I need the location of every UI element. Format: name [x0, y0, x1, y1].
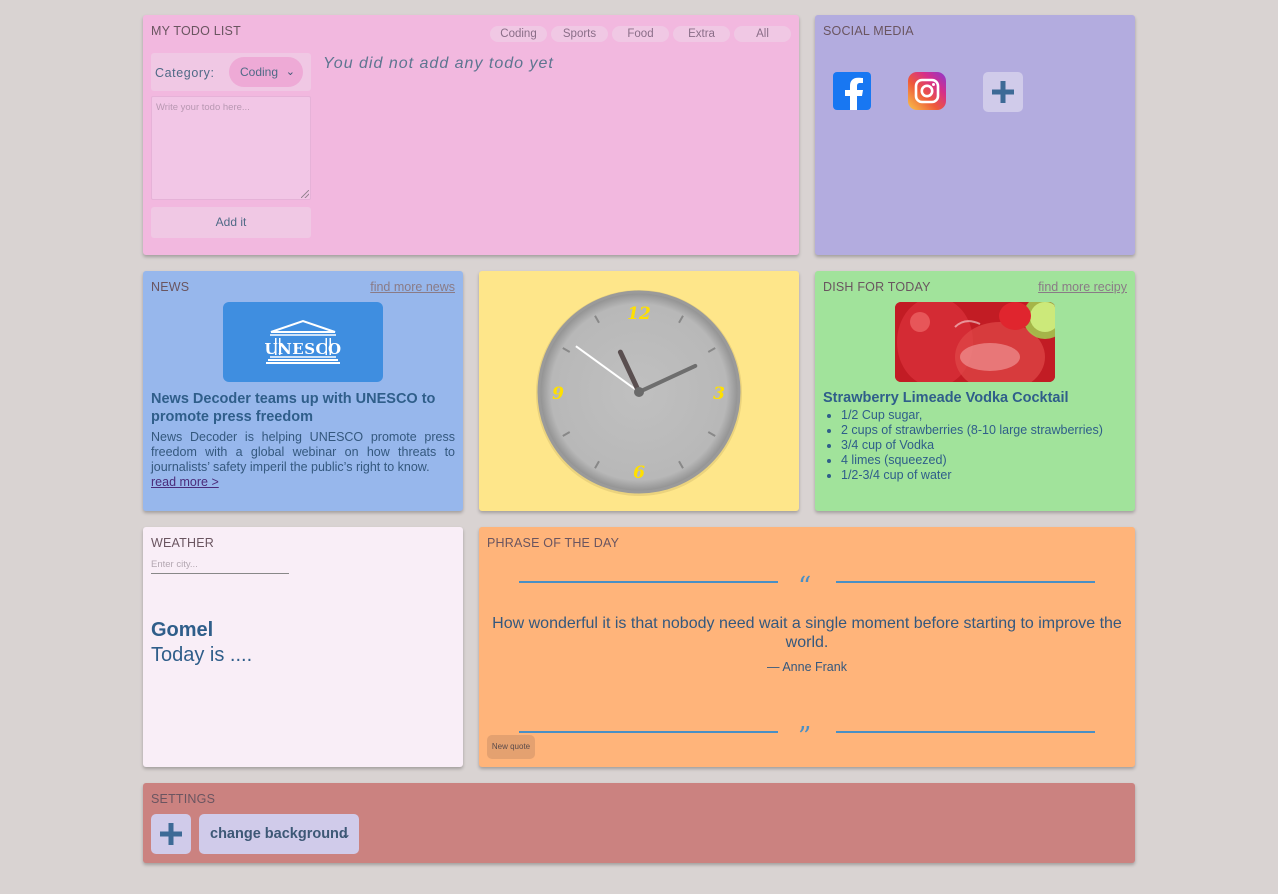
instagram-icon[interactable] — [908, 72, 946, 110]
svg-text:UNESCO: UNESCO — [264, 340, 341, 358]
filter-sports-button[interactable]: Sports — [551, 26, 608, 42]
dish-name[interactable]: Strawberry Limeade Vodka Cocktail — [823, 390, 1069, 406]
plus-icon — [160, 823, 182, 845]
weather-card: WEATHER Enter city... Gomel Today is ...… — [143, 527, 463, 767]
dish-image — [895, 302, 1055, 382]
facebook-icon[interactable] — [833, 72, 871, 110]
add-todo-button[interactable]: Add it — [151, 207, 311, 238]
news-card: NEWS find more news UNESCO News Decoder … — [143, 271, 463, 511]
clock-number-6: 6 — [633, 463, 645, 483]
todo-textarea-placeholder: Write your todo here... — [156, 102, 250, 113]
dish-card: DISH FOR TODAY find more recipy Strawber… — [815, 271, 1135, 511]
clock-number-12: 12 — [627, 304, 651, 324]
clock-card: 12 3 6 9 — [479, 271, 799, 511]
ingredients-list: 1/2 Cup sugar, 2 cups of strawberries (8… — [823, 408, 1103, 483]
clock-center — [634, 387, 644, 397]
filter-extra-button[interactable]: Extra — [673, 26, 730, 42]
todo-card: MY TODO LIST Coding Sports Food Extra Al… — [143, 15, 799, 255]
unesco-logo-icon: UNESCO — [264, 319, 341, 364]
city-input-placeholder: Enter city... — [151, 559, 198, 570]
city-name: Gomel — [151, 619, 214, 641]
resize-handle-icon[interactable] — [301, 190, 309, 198]
todo-filters: Coding Sports Food Extra All — [490, 26, 791, 42]
read-more-link[interactable]: read more > — [151, 475, 219, 490]
filter-food-button[interactable]: Food — [612, 26, 669, 42]
list-item: 4 limes (squeezed) — [841, 453, 1103, 468]
background-select-value: change background — [210, 826, 348, 842]
news-body-text: News Decoder is helping UNESCO promote p… — [151, 430, 455, 474]
chevron-down-icon: ⌄ — [285, 66, 295, 78]
phrase-card: PHRASE OF THE DAY “ How wonderful it is … — [479, 527, 1135, 767]
city-input[interactable]: Enter city... — [151, 559, 289, 574]
divider — [519, 731, 778, 733]
settings-card: SETTINGS change background ⌄ — [143, 783, 1135, 863]
quote-author: — Anne Frank — [767, 660, 847, 674]
category-row: Category: Coding ⌄ — [151, 53, 311, 91]
filter-coding-button[interactable]: Coding — [490, 26, 547, 42]
filter-all-button[interactable]: All — [734, 26, 791, 42]
add-social-button[interactable] — [983, 72, 1023, 112]
social-title: SOCIAL MEDIA — [823, 24, 914, 38]
todo-textarea[interactable]: Write your todo here... — [151, 96, 311, 200]
find-more-recipe-link[interactable]: find more recipy — [1038, 280, 1127, 294]
category-value: Coding — [240, 65, 279, 79]
list-item: 3/4 cup of Vodka — [841, 438, 1103, 453]
dish-title-label: DISH FOR TODAY — [823, 280, 931, 294]
quote-text: How wonderful it is that nobody need wai… — [492, 615, 1122, 651]
news-headline[interactable]: News Decoder teams up with UNESCO to pro… — [151, 390, 451, 426]
empty-todo-message: You did not add any todo yet — [323, 55, 554, 72]
divider — [519, 581, 778, 583]
category-select[interactable]: Coding ⌄ — [229, 57, 303, 87]
find-more-news-link[interactable]: find more news — [370, 280, 455, 294]
phrase-title: PHRASE OF THE DAY — [487, 536, 620, 550]
add-widget-button[interactable] — [151, 814, 191, 854]
category-label: Category: — [155, 66, 215, 80]
change-background-select[interactable]: change background ⌄ — [199, 814, 359, 854]
close-quote-icon: ” — [798, 722, 812, 752]
new-quote-button[interactable]: New quote — [487, 735, 535, 759]
plus-icon — [992, 81, 1014, 103]
analog-clock: 12 3 6 9 — [536, 290, 742, 496]
news-title: NEWS — [151, 280, 190, 294]
news-body: News Decoder is helping UNESCO promote p… — [151, 430, 455, 490]
clock-number-3: 3 — [713, 384, 725, 404]
clock-number-9: 9 — [552, 384, 564, 404]
list-item: 1/2 Cup sugar, — [841, 408, 1103, 423]
settings-title: SETTINGS — [151, 792, 216, 806]
news-image: UNESCO — [223, 302, 383, 382]
list-item: 1/2-3/4 cup of water — [841, 468, 1103, 483]
divider — [836, 581, 1095, 583]
today-text: Today is .... — [151, 644, 253, 666]
list-item: 2 cups of strawberries (8-10 large straw… — [841, 423, 1103, 438]
open-quote-icon: “ — [798, 572, 812, 602]
weather-title: WEATHER — [151, 536, 214, 550]
social-media-card: SOCIAL MEDIA — [815, 15, 1135, 255]
todo-title: MY TODO LIST — [151, 24, 241, 38]
chevron-down-icon: ⌄ — [340, 827, 351, 841]
divider — [836, 731, 1095, 733]
